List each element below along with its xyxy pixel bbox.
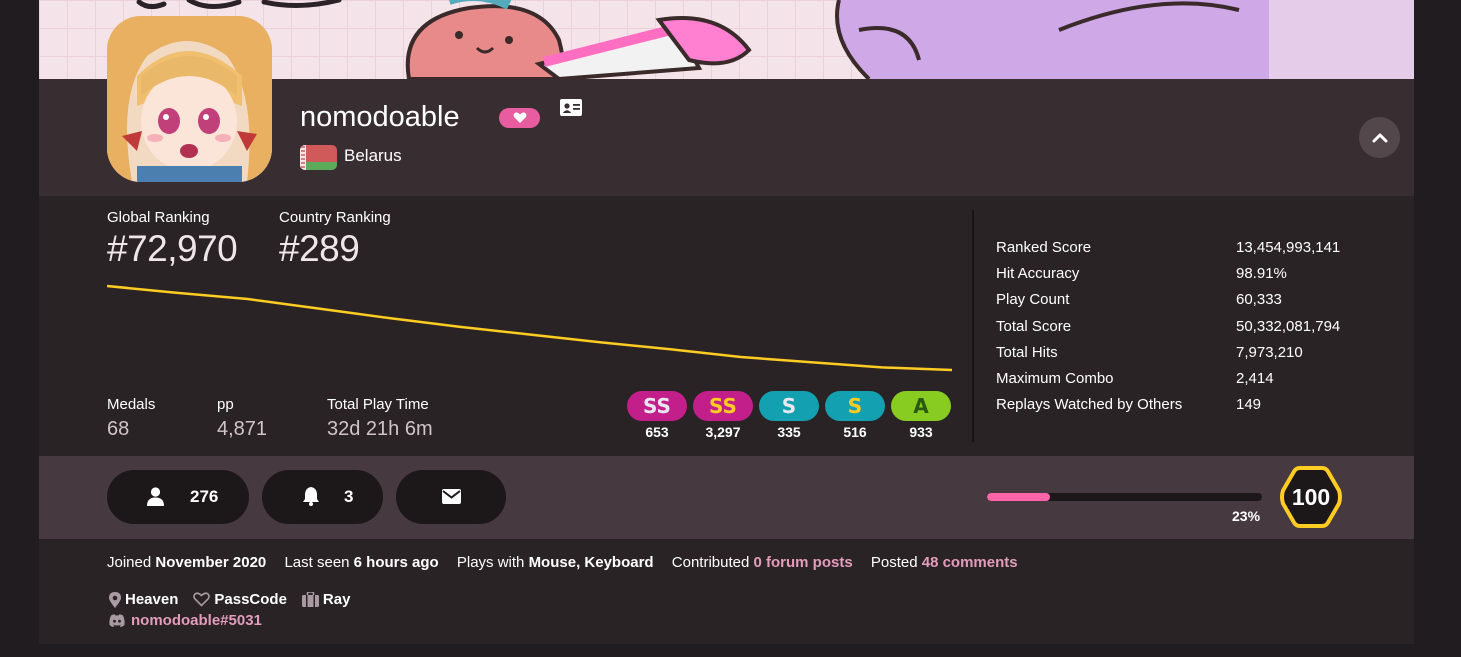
heart-icon xyxy=(513,112,526,123)
followers-button[interactable]: 276 xyxy=(107,470,249,524)
stat-total-hits: Total Hits 7,973,210 xyxy=(996,344,1396,368)
last-seen-prefix: Last seen xyxy=(284,554,350,571)
comments-link[interactable]: 48 comments xyxy=(922,554,1018,571)
mapping-subscribers-count: 3 xyxy=(344,487,354,506)
briefcase-icon xyxy=(301,592,319,607)
page-bottom-edge xyxy=(39,644,1414,657)
browser-background: nomodoable Belarus Global Ranking #72,97… xyxy=(0,0,1461,657)
collapse-header-button[interactable] xyxy=(1359,117,1400,158)
stat-value: 7,973,210 xyxy=(1236,344,1303,361)
grade-ssh-count: 653 xyxy=(645,424,669,440)
grade-sh-count: 335 xyxy=(777,424,801,440)
medals-value: 68 xyxy=(107,418,130,440)
stat-label: Play Count xyxy=(996,291,1070,308)
stat-hit-accuracy: Hit Accuracy 98.91% xyxy=(996,265,1396,289)
stat-maximum-combo: Maximum Combo 2,414 xyxy=(996,370,1396,394)
occupation-text: Ray xyxy=(322,591,351,608)
bell-icon xyxy=(303,487,319,506)
stats-divider xyxy=(972,210,974,442)
country-ranking-label: Country Ranking xyxy=(279,209,391,226)
user-avatar xyxy=(107,16,272,182)
grade-ss-count: 3,297 xyxy=(705,424,741,440)
global-ranking-value: #72,970 xyxy=(107,228,238,269)
country-name[interactable]: Belarus xyxy=(344,146,402,166)
grade-a-badge: A xyxy=(891,391,951,421)
stat-label: Maximum Combo xyxy=(996,370,1114,387)
location-item: Heaven xyxy=(109,591,178,608)
profile-meta-line: Joined November 2020 Last seen 6 hours a… xyxy=(107,554,1018,571)
mapping-subscribe-button[interactable]: 3 xyxy=(262,470,383,524)
country-flag[interactable] xyxy=(300,145,337,170)
username: nomodoable xyxy=(300,101,460,133)
interests-item: PassCode xyxy=(193,591,287,608)
country-ranking-value: #289 xyxy=(279,228,360,269)
grade-ss-badge: SS xyxy=(693,391,753,421)
heart-outline-icon xyxy=(193,592,211,607)
stat-value: 13,454,993,141 xyxy=(1236,239,1341,256)
location-text: Heaven xyxy=(125,591,179,608)
level-value: 100 xyxy=(1291,483,1331,510)
profile-info: Joined November 2020 Last seen 6 hours a… xyxy=(39,540,1414,644)
contributed-prefix: Contributed xyxy=(671,554,750,571)
grade-sh-badge: S xyxy=(759,391,819,421)
medals-label: Medals xyxy=(107,396,156,413)
stat-value: 98.91% xyxy=(1236,265,1287,282)
playtime-label: Total Play Time xyxy=(327,396,429,413)
forum-posts-link[interactable]: 0 forum posts xyxy=(754,554,853,571)
interests-text: PassCode xyxy=(214,591,287,608)
stat-value: 2,414 xyxy=(1236,370,1274,387)
joined-date: November 2020 xyxy=(155,554,267,571)
playtime-value: 32d 21h 6m xyxy=(327,418,433,440)
profile-details-line: Heaven PassCode Ray xyxy=(109,591,365,608)
grade-s-count: 516 xyxy=(843,424,867,440)
stat-value: 50,332,081,794 xyxy=(1236,318,1341,335)
stats-panel: Global Ranking #72,970 Country Ranking #… xyxy=(39,198,1414,456)
discord-icon xyxy=(109,613,125,627)
pp-value: 4,871 xyxy=(217,418,268,440)
level-progress-bar xyxy=(987,493,1262,501)
id-card-icon[interactable] xyxy=(560,99,582,116)
joined-prefix: Joined xyxy=(107,554,152,571)
stat-total-score: Total Score 50,332,081,794 xyxy=(996,318,1396,342)
stat-label: Replays Watched by Others xyxy=(996,396,1183,413)
stat-label: Total Score xyxy=(996,318,1072,335)
stat-label: Hit Accuracy xyxy=(996,265,1080,282)
stat-ranked-score: Ranked Score 13,454,993,141 xyxy=(996,239,1396,263)
grade-a-count: 933 xyxy=(909,424,933,440)
stat-value: 149 xyxy=(1236,396,1262,413)
rank-history-graph[interactable] xyxy=(107,280,952,376)
grade-ssh-badge: SS xyxy=(627,391,687,421)
send-message-button[interactable] xyxy=(396,470,506,524)
discord-item[interactable]: nomodoable#5031 xyxy=(109,612,262,629)
followers-count: 276 xyxy=(190,487,219,506)
stat-replays-watched: Replays Watched by Others 149 xyxy=(996,396,1396,420)
posted-prefix: Posted xyxy=(870,554,918,571)
supporter-badge[interactable] xyxy=(499,108,540,128)
pp-label: pp xyxy=(217,396,234,413)
user-icon xyxy=(147,487,164,506)
chevron-up-icon xyxy=(1372,133,1387,142)
grade-s-badge: S xyxy=(825,391,885,421)
discord-tag: nomodoable#5031 xyxy=(131,612,262,629)
plays-with-value: Mouse, Keyboard xyxy=(528,554,654,571)
rank-history-line xyxy=(107,284,952,372)
envelope-icon xyxy=(442,489,461,504)
last-seen-value: 6 hours ago xyxy=(353,554,439,571)
stat-label: Ranked Score xyxy=(996,239,1092,256)
level-progress-percent: 23% xyxy=(1232,508,1261,524)
stat-value: 60,333 xyxy=(1236,291,1282,308)
level-progress-fill xyxy=(987,493,1051,501)
plays-with-prefix: Plays with xyxy=(456,554,525,571)
global-ranking-label: Global Ranking xyxy=(107,209,210,226)
profile-page: nomodoable Belarus Global Ranking #72,97… xyxy=(39,0,1414,657)
profile-actions-bar: 276 3 23% 100 xyxy=(39,456,1414,539)
stat-label: Total Hits xyxy=(996,344,1058,361)
occupation-item: Ray xyxy=(301,591,351,608)
stat-play-count: Play Count 60,333 xyxy=(996,291,1396,315)
map-marker-icon xyxy=(109,591,121,608)
